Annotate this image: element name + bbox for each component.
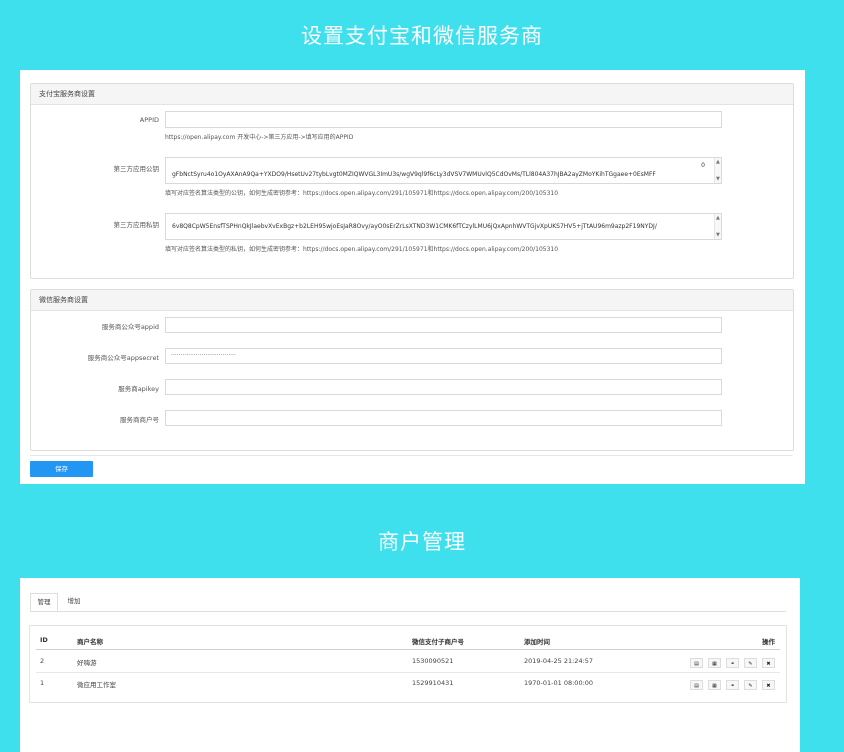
merchant-tabs: 管理 增加 (30, 593, 786, 612)
column-header-id: ID (40, 636, 48, 644)
alipay-privkey-textarea[interactable]: 6v8Q8CpW5EnsfTSPHnQkJlaebvXvExBgz+b2LEH9… (165, 213, 722, 240)
cell-sub-mch: 1530090521 (412, 657, 454, 665)
column-header-sub-mch: 微信支付子商户号 (412, 638, 464, 646)
cell-name: 微应用工作室 (77, 681, 116, 689)
cell-name: 好嗨游 (77, 659, 97, 667)
privkey-text: 6v8Q8CpW5EnsfTSPHnQkJlaebvXvExBgz+b2LEH9… (172, 223, 657, 230)
cell-time: 1970-01-01 08:00:00 (524, 679, 594, 687)
wechat-settings-group: 微信服务商设置 服务商公众号appid 服务商公众号appsecret ····… (30, 289, 794, 451)
list-icon[interactable]: ▤ (690, 680, 703, 690)
column-header-actions: 操作 (762, 638, 775, 646)
alipay-pubkey-textarea[interactable]: 0 gFbNctSyru4o1OyAXAnA9Qa+YXDO9/HsetUv27… (165, 157, 722, 184)
pubkey-line-end: 0 (701, 162, 705, 169)
page-title-merchant-management: 商户管理 (378, 530, 466, 554)
alipay-settings-group: 支付宝服务商设置 APPID https://open.alipay.com 开… (30, 83, 794, 279)
appid-label: APPID (139, 116, 159, 124)
alipay-privkey-help: 填写对应签名算法类型的私钥，如何生成密钥参考：https://docs.open… (165, 246, 559, 253)
pubkey-text: gFbNctSyru4o1OyAXAnA9Qa+YXDO9/HsetUv27ty… (172, 171, 656, 178)
scroll-up-icon[interactable]: ▲ (716, 159, 720, 165)
scroll-down-icon[interactable]: ▼ (716, 176, 720, 182)
qr-icon[interactable]: ▦ (708, 680, 721, 690)
alipay-pubkey-help: 填写对应签名算法类型的公钥，如何生成密钥参考：https://docs.open… (165, 190, 559, 197)
cell-id: 1 (40, 679, 45, 687)
wechat-appid-label: 服务商公众号appid (101, 323, 159, 331)
settings-panel: 支付宝服务商设置 APPID https://open.alipay.com 开… (20, 70, 805, 484)
scroll-up-icon[interactable]: ▲ (716, 215, 720, 221)
save-button[interactable]: 保存 (30, 461, 93, 477)
alipay-appid-help: https://open.alipay.com 开发中心->第三方应用->填写应… (165, 134, 354, 141)
qr-icon[interactable]: ▦ (708, 658, 721, 668)
privkey-scrollbar[interactable]: ▲ ▼ (714, 214, 721, 239)
wechat-settings-heading: 微信服务商设置 (31, 290, 793, 311)
column-header-name: 商户名称 (77, 638, 103, 646)
wechat-apikey-label: 服务商apikey (118, 385, 159, 393)
alipay-pubkey-label: 第三方应用公钥 (113, 165, 160, 173)
cell-sub-mch: 1529910431 (412, 679, 454, 687)
alipay-settings-heading: 支付宝服务商设置 (31, 84, 793, 105)
scroll-down-icon[interactable]: ▼ (716, 232, 720, 238)
wechat-secret-label: 服务商公众号appsecret (87, 354, 159, 362)
wechat-secret-input[interactable]: ·································· (165, 348, 722, 364)
list-icon[interactable]: ▤ (690, 658, 703, 668)
cell-id: 2 (40, 657, 45, 665)
tab-add[interactable]: 增加 (60, 593, 88, 611)
table-header-divider (36, 649, 780, 650)
alipay-appid-input[interactable] (165, 111, 722, 128)
link-icon[interactable]: ⚭ (726, 658, 739, 668)
edit-icon[interactable]: ✎ (744, 680, 757, 690)
wechat-mchid-input[interactable] (165, 410, 722, 426)
edit-icon[interactable]: ✎ (744, 658, 757, 668)
cell-time: 2019-04-25 21:24:57 (524, 657, 594, 665)
row-divider (36, 672, 780, 673)
pubkey-scrollbar[interactable]: ▲ ▼ (714, 158, 721, 183)
page-title-payment-settings: 设置支付宝和微信服务商 (301, 24, 543, 48)
save-bar: 保存 (30, 455, 792, 478)
merchant-table: ID 商户名称 微信支付子商户号 添加时间 操作 2 好嗨游 153009052… (29, 625, 787, 703)
delete-icon[interactable]: ✖ (762, 680, 775, 690)
delete-icon[interactable]: ✖ (762, 658, 775, 668)
wechat-mchid-label: 服务商商户号 (120, 416, 159, 424)
tab-manage[interactable]: 管理 (30, 593, 58, 611)
alipay-privkey-label: 第三方应用私钥 (113, 221, 160, 229)
wechat-appid-input[interactable] (165, 317, 722, 333)
column-header-time: 添加时间 (524, 638, 550, 646)
wechat-apikey-input[interactable] (165, 379, 722, 395)
link-icon[interactable]: ⚭ (726, 680, 739, 690)
